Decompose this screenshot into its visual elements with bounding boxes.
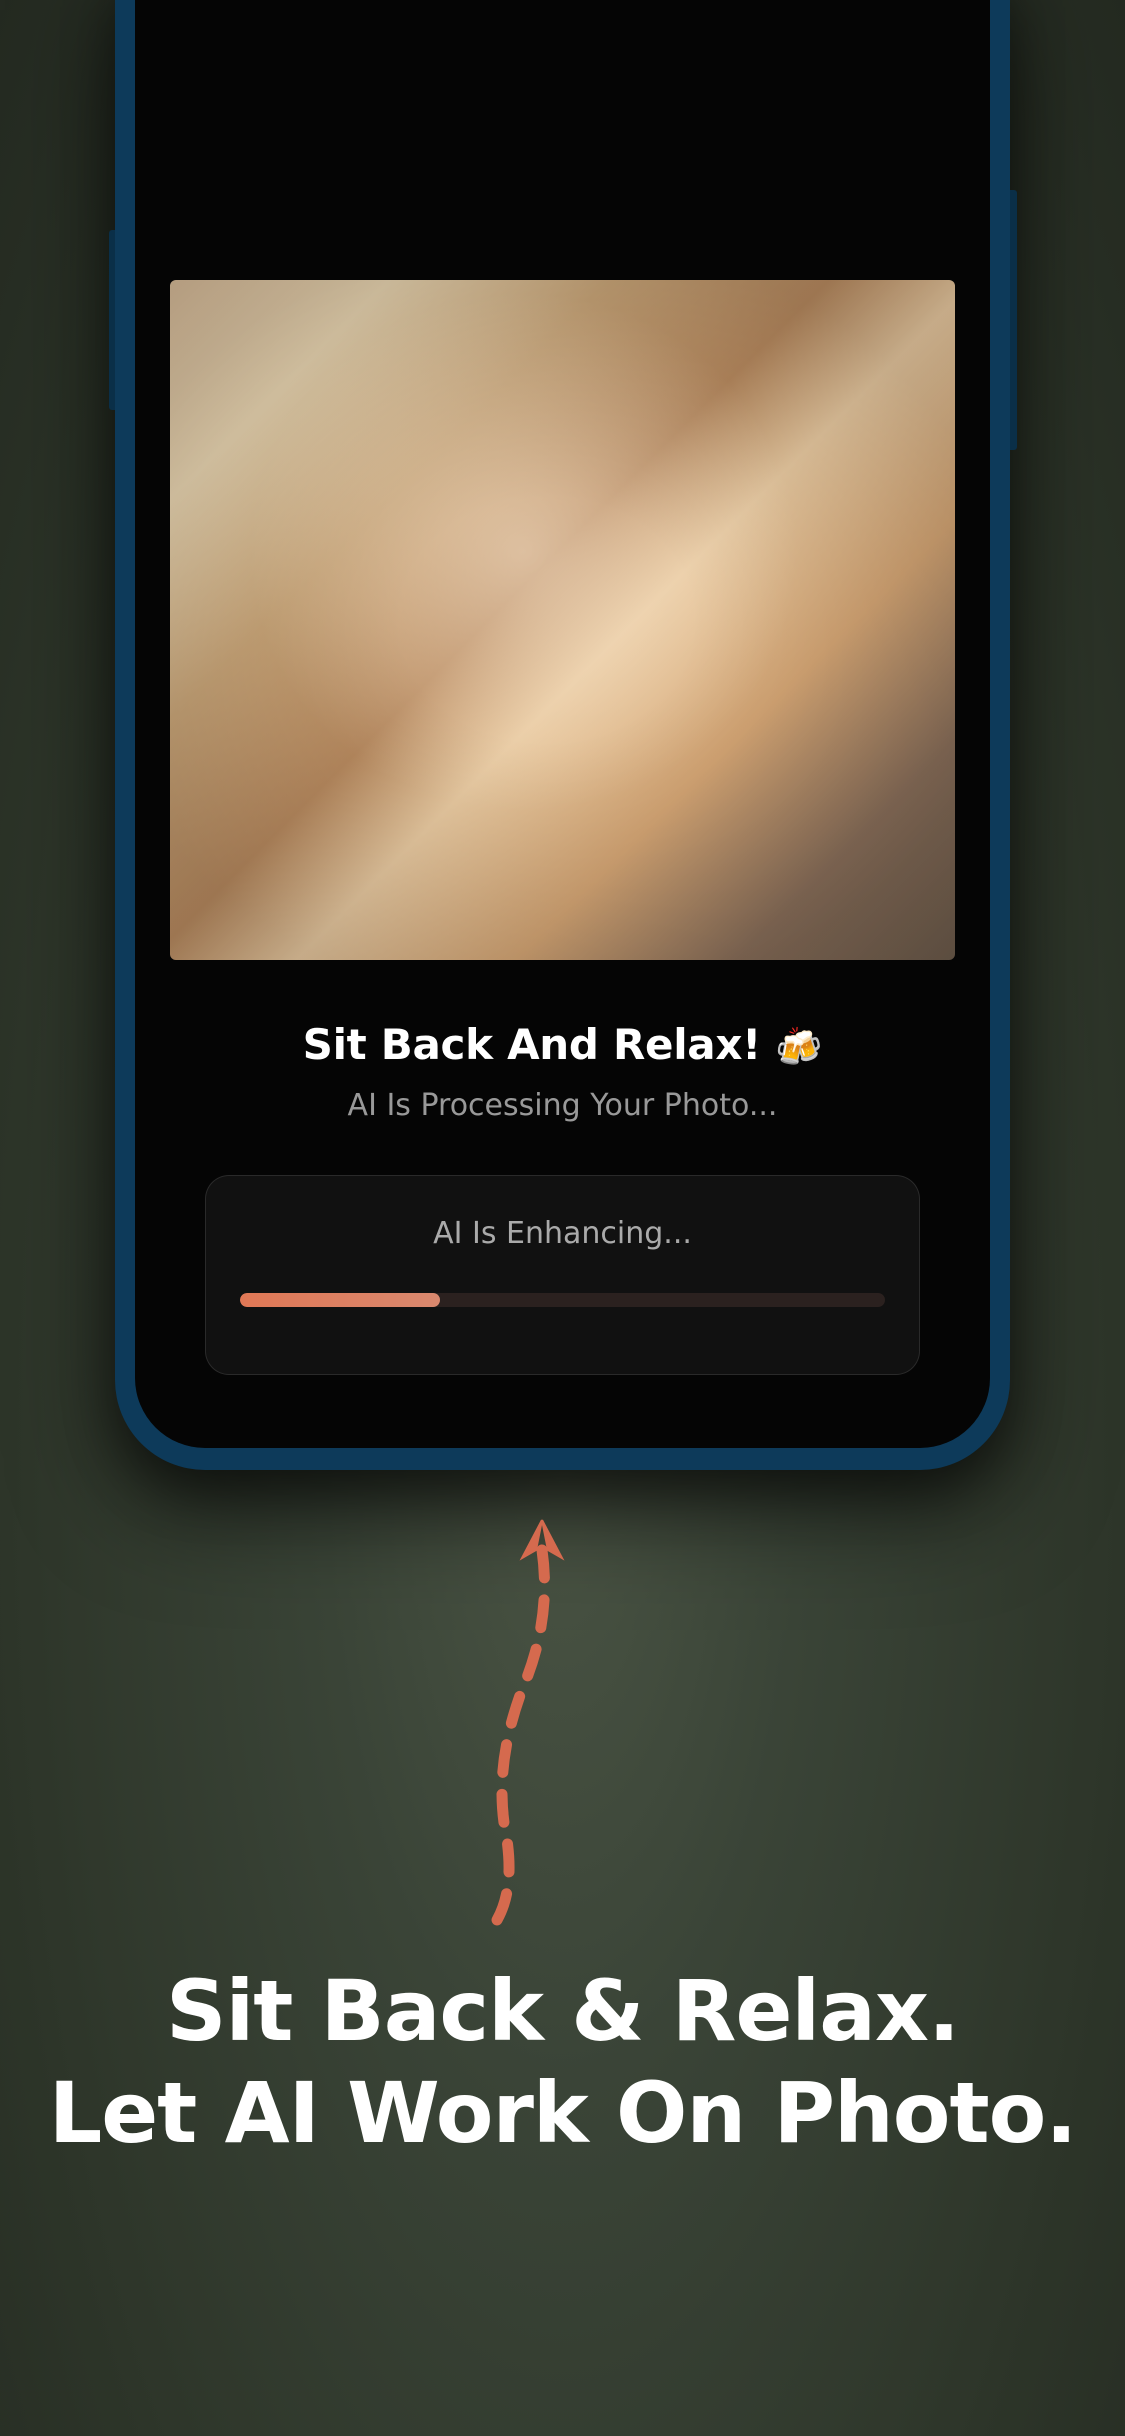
arrow-pointer-icon xyxy=(452,1500,632,1940)
user-photo-image xyxy=(170,280,955,960)
progress-card: AI Is Enhancing... xyxy=(205,1175,920,1375)
phone-screen: Sit Back And Relax! 🍻 AI Is Processing Y… xyxy=(135,0,990,1448)
cheers-emoji-icon: 🍻 xyxy=(775,1025,822,1069)
progress-bar-fill xyxy=(240,1293,440,1307)
photo-preview xyxy=(170,280,955,960)
title-text: Sit Back And Relax! xyxy=(303,1020,761,1069)
progress-bar-track xyxy=(240,1293,885,1307)
headline-line-1: Sit Back & Relax. xyxy=(0,1960,1125,2062)
headline-line-2: Let AI Work On Photo. xyxy=(0,2062,1125,2164)
progress-status-label: AI Is Enhancing... xyxy=(240,1216,885,1251)
processing-subtitle: AI Is Processing Your Photo... xyxy=(135,1088,990,1123)
phone-device-frame: Sit Back And Relax! 🍻 AI Is Processing Y… xyxy=(115,0,1010,1470)
marketing-headline: Sit Back & Relax. Let AI Work On Photo. xyxy=(0,1960,1125,2165)
processing-title: Sit Back And Relax! 🍻 xyxy=(135,1020,990,1070)
